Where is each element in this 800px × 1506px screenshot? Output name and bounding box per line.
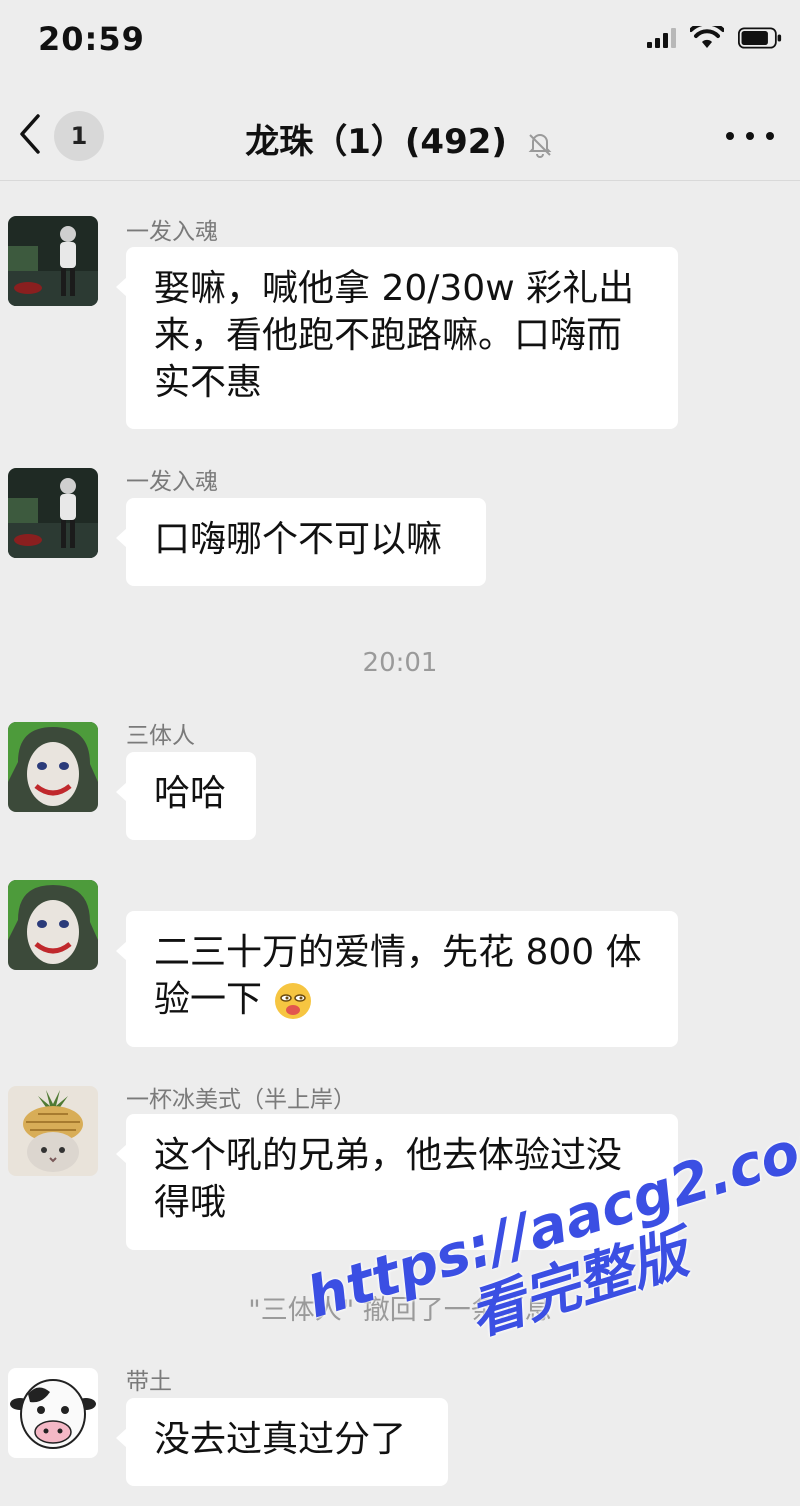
more-options-button[interactable] (726, 122, 774, 150)
chat-header: 1 龙珠（1）(492) (0, 92, 800, 181)
message-bubble[interactable]: 二三十万的爱情，先花 800 体 验一下 (116, 911, 678, 1047)
sender-name: 一发入魂 (126, 469, 218, 495)
status-icons (647, 26, 782, 50)
sender-name: 三体人 (126, 723, 195, 749)
sender-name: 一杯冰美式（半上岸） (126, 1087, 356, 1113)
battery-icon (738, 27, 782, 49)
message-line: 哈哈 (154, 773, 227, 814)
message-bubble[interactable]: 口嗨哪个不可以嘛 (116, 498, 486, 586)
status-time: 20:59 (38, 20, 145, 58)
dot (746, 132, 754, 140)
chat-title-text: 龙珠（1）(492) (245, 122, 507, 162)
signal-icon (647, 28, 676, 48)
message-line-wrap: 验一下 (154, 976, 650, 1023)
message-line: 口嗨哪个不可以嘛 (154, 519, 443, 560)
avatar-runner[interactable] (8, 216, 98, 306)
message-line: 验一下 (154, 979, 263, 1020)
message-bubble[interactable]: 哈哈 (116, 752, 256, 840)
wifi-icon (690, 26, 724, 48)
message-line: 来，看他跑不跑路嘛。口嗨而 (154, 315, 623, 356)
message-line: 这个吼的兄弟，他去体验过没 (154, 1135, 623, 1176)
sender-name: 一发入魂 (126, 219, 218, 245)
sender-name: 带土 (126, 1369, 172, 1395)
message-line: 娶嘛，喊他拿 20/30w 彩礼出 (154, 268, 635, 309)
avatar-runner[interactable] (8, 468, 98, 558)
dot (766, 132, 774, 140)
message-line: 实不惠 (154, 362, 263, 403)
avatar-cow[interactable] (8, 1368, 98, 1458)
avatar-cat-pineapple[interactable] (8, 1086, 98, 1176)
smirk-emoji-icon (275, 983, 312, 1019)
mute-bell-icon (528, 133, 552, 158)
message-bubble[interactable]: 娶嘛，喊他拿 20/30w 彩礼出 来，看他跑不跑路嘛。口嗨而 实不惠 (116, 247, 678, 429)
time-divider: 20:01 (362, 648, 438, 678)
avatar-joker[interactable] (8, 880, 98, 970)
chat-title: 龙珠（1）(492) (0, 114, 800, 163)
message-line: 二三十万的爱情，先花 800 体 (154, 932, 642, 973)
avatar-joker[interactable] (8, 722, 98, 812)
dot (726, 132, 734, 140)
status-bar: 20:59 (0, 0, 800, 80)
